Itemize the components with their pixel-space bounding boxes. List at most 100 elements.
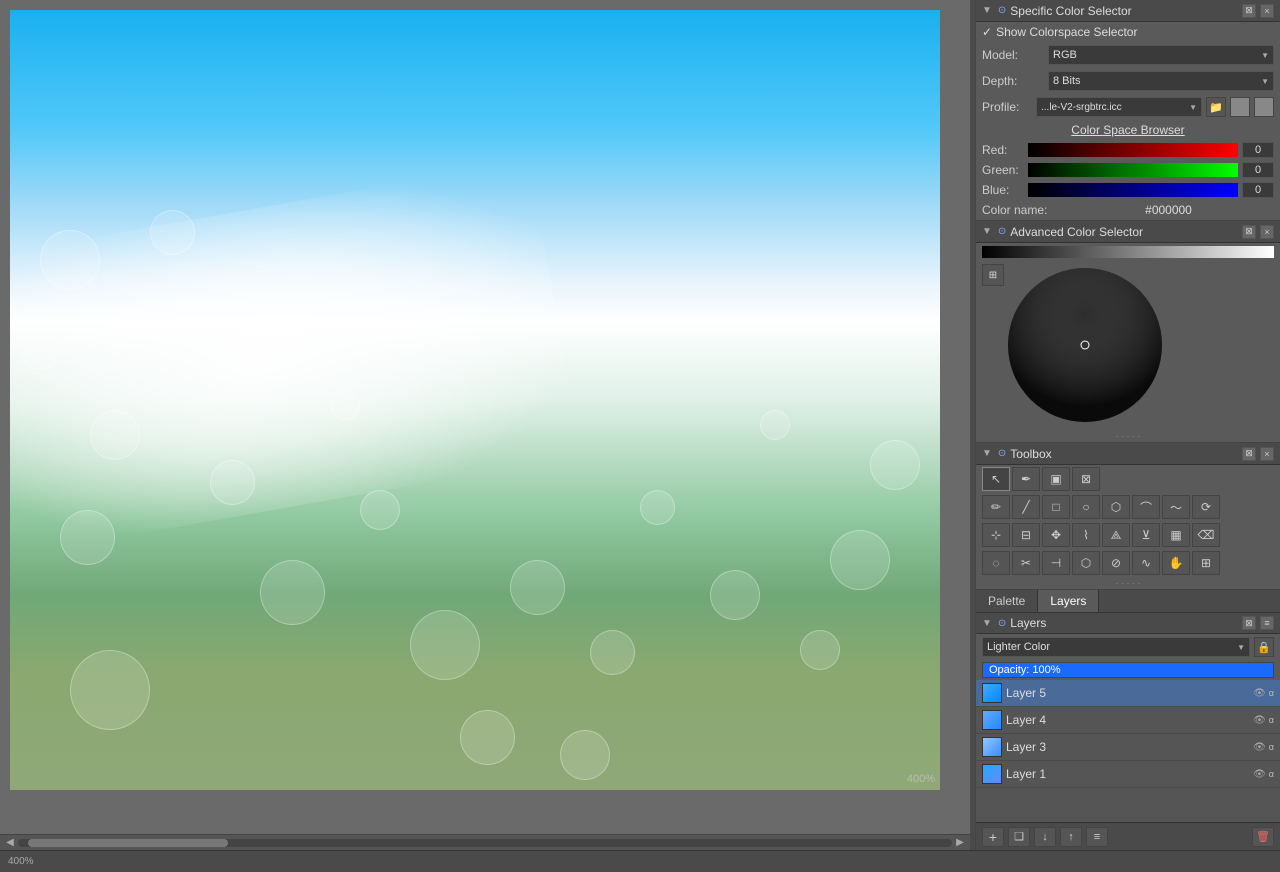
lasso-btn[interactable]: ◌ — [982, 551, 1010, 575]
toolbox-float-btn[interactable]: ⊠ — [1242, 447, 1256, 461]
transform-btn[interactable]: ⊹ — [982, 523, 1010, 547]
bucket-btn[interactable]: ⊻ — [1132, 523, 1160, 547]
canvas-image[interactable]: 400% — [10, 10, 940, 790]
canvas-scrollbar[interactable]: ◀ ▶ — [0, 834, 970, 850]
layer-4-eye[interactable]: 👁 — [1253, 715, 1266, 726]
rect-btn[interactable]: □ — [1042, 495, 1070, 519]
bokeh-6 — [60, 510, 115, 565]
green-slider[interactable] — [1028, 163, 1238, 177]
layer-5-eye[interactable]: 👁 — [1253, 688, 1266, 699]
shear-btn[interactable]: ⌇ — [1072, 523, 1100, 547]
ink-btn[interactable]: ⊘ — [1102, 551, 1130, 575]
layer-4-icons: 👁 α — [1253, 715, 1274, 726]
panel-tabs: Palette Layers — [976, 590, 1280, 613]
delete-layer-btn[interactable]: 🗑 — [1252, 827, 1274, 847]
pencil-btn[interactable]: ✏ — [982, 495, 1010, 519]
green-input[interactable]: 0 — [1242, 162, 1274, 178]
perspective-btn[interactable]: ⟁ — [1102, 523, 1130, 547]
advanced-color-title-row: ▼ ⊙ Advanced Color Selector — [982, 225, 1143, 239]
palette-tab[interactable]: Palette — [976, 590, 1038, 612]
layers-float-btn[interactable]: ⊠ — [1242, 616, 1256, 630]
line-btn[interactable]: ╱ — [1012, 495, 1040, 519]
dynamic-brush-btn[interactable]: ⟳ — [1192, 495, 1220, 519]
layer-item-1[interactable]: Layer 1 👁 α — [976, 761, 1280, 788]
fg-select-btn[interactable]: ⬡ — [1072, 551, 1100, 575]
toolbox-close-btn[interactable]: × — [1260, 447, 1274, 461]
scroll-right-arrow[interactable]: ▶ — [952, 835, 968, 851]
eraser-btn[interactable]: ⌫ — [1192, 523, 1220, 547]
color-picker-btn[interactable]: ✒ — [1012, 467, 1040, 491]
layers-settings-btn[interactable]: ≡ — [1260, 616, 1274, 630]
scissors-btn[interactable]: ✂ — [1012, 551, 1040, 575]
toolbox-collapse-arrow[interactable]: ▼ — [982, 448, 992, 459]
hand-btn[interactable]: ✋ — [1162, 551, 1190, 575]
layer-item-4[interactable]: Layer 4 👁 α — [976, 707, 1280, 734]
move-layer-up-btn[interactable]: ↑ — [1060, 827, 1082, 847]
hex-mode-btn[interactable]: ⊞ — [982, 264, 1004, 286]
red-slider[interactable] — [1028, 143, 1238, 157]
depth-dropdown[interactable]: 8 Bits ▼ — [1048, 71, 1274, 91]
layers-list: Layer 5 👁 α Layer 4 👁 α — [976, 680, 1280, 822]
color-wheel-wrapper[interactable] — [1008, 268, 1163, 423]
scroll-left-arrow[interactable]: ◀ — [2, 835, 18, 851]
blue-slider[interactable] — [1028, 183, 1238, 197]
resize-handle[interactable]: · · · · · — [976, 430, 1280, 442]
contiguous-select-btn[interactable]: ⊠ — [1072, 467, 1100, 491]
grid-btn[interactable]: ⊞ — [1192, 551, 1220, 575]
profile-folder-btn[interactable]: 📁 — [1206, 97, 1226, 117]
scroll-track[interactable] — [18, 839, 952, 847]
color-picker-row: ⊞ — [976, 261, 1280, 430]
gradient-btn[interactable]: ▦ — [1162, 523, 1190, 547]
layer-5-chain[interactable]: α — [1269, 688, 1274, 698]
layer-thumb-3 — [982, 737, 1002, 757]
close-btn[interactable]: × — [1260, 4, 1274, 18]
red-input[interactable]: 0 — [1242, 142, 1274, 158]
layer-1-eye[interactable]: 👁 — [1253, 769, 1266, 780]
adv-float-btn[interactable]: ⊠ — [1242, 225, 1256, 239]
color-gradient-bar[interactable] — [982, 246, 1274, 258]
toolbox-header-icons: ⊠ × — [1242, 447, 1274, 461]
warp-btn[interactable]: ∿ — [1132, 551, 1160, 575]
layer-1-chain[interactable]: α — [1269, 769, 1274, 779]
model-dropdown[interactable]: RGB ▼ — [1048, 45, 1274, 65]
scroll-thumb[interactable] — [28, 839, 228, 847]
move-btn[interactable]: ✥ — [1042, 523, 1070, 547]
color-name-value: #000000 — [1063, 203, 1274, 217]
crop-btn[interactable]: ⊟ — [1012, 523, 1040, 547]
freehand-btn[interactable]: 〜 — [1162, 495, 1190, 519]
depth-label: Depth: — [982, 74, 1042, 88]
new-layer-btn[interactable]: + — [982, 827, 1004, 847]
align-btn[interactable]: ⊣ — [1042, 551, 1070, 575]
profile-color-btn1[interactable] — [1230, 97, 1250, 117]
bokeh-13 — [710, 570, 760, 620]
layers-tab[interactable]: Layers — [1038, 590, 1099, 612]
color-selector-header: ▼ ⊙ Specific Color Selector ⊠ × — [976, 0, 1280, 22]
layer-item-3[interactable]: Layer 3 👁 α — [976, 734, 1280, 761]
layer-3-eye[interactable]: 👁 — [1253, 742, 1266, 753]
layer-4-chain[interactable]: α — [1269, 715, 1274, 725]
profile-dropdown[interactable]: ...le-V2-srgbtrc.icc ▼ — [1036, 97, 1202, 117]
layer-3-chain[interactable]: α — [1269, 742, 1274, 752]
rect-select-btn[interactable]: ▣ — [1042, 467, 1070, 491]
blend-mode-dropdown[interactable]: Lighter Color ▼ — [982, 637, 1250, 657]
blue-input[interactable]: 0 — [1242, 182, 1274, 198]
layer-lock-btn[interactable]: 🔒 — [1254, 637, 1274, 657]
layers-collapse-arrow[interactable]: ▼ — [982, 618, 992, 629]
show-colorspace-label[interactable]: Show Colorspace Selector — [996, 25, 1137, 39]
adv-close-btn[interactable]: × — [1260, 225, 1274, 239]
layers-toolbar: + ❑ ↓ ↑ ≡ 🗑 — [976, 822, 1280, 850]
select-tool-btn[interactable]: ↖ — [982, 467, 1010, 491]
layer-item-5[interactable]: Layer 5 👁 α — [976, 680, 1280, 707]
polygon-btn[interactable]: ⬡ — [1102, 495, 1130, 519]
adv-collapse-arrow[interactable]: ▼ — [982, 226, 992, 237]
collapse-arrow[interactable]: ▼ — [982, 5, 992, 16]
ellipse-btn[interactable]: ○ — [1072, 495, 1100, 519]
duplicate-layer-btn[interactable]: ❑ — [1008, 827, 1030, 847]
path-btn[interactable]: ⌒ — [1132, 495, 1160, 519]
layers-title: Layers — [1010, 616, 1046, 630]
opacity-bar[interactable]: Opacity: 100% — [982, 662, 1274, 678]
float-btn[interactable]: ⊠ — [1242, 4, 1256, 18]
layer-settings-btn[interactable]: ≡ — [1086, 827, 1108, 847]
move-layer-down-btn[interactable]: ↓ — [1034, 827, 1056, 847]
profile-color-btn2[interactable] — [1254, 97, 1274, 117]
